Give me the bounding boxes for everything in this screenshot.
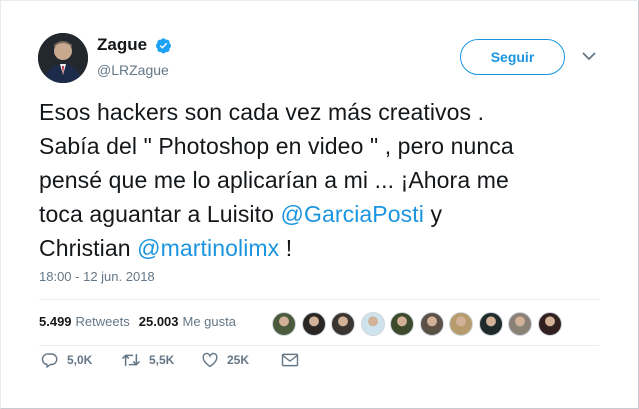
verified-badge-icon (155, 38, 171, 54)
direct-message-button[interactable] (281, 352, 305, 368)
tweet-timestamp[interactable]: 18:00 - 12 jun. 2018 (39, 269, 155, 284)
liker-avatar[interactable] (478, 312, 503, 336)
likes-count: 25.003 (138, 314, 179, 329)
liker-avatar[interactable] (537, 312, 562, 336)
liker-avatar[interactable] (301, 312, 326, 336)
liker-avatar[interactable] (272, 312, 296, 336)
mention-link[interactable]: @GarciaPosti (281, 201, 424, 227)
tweet-text-line: Christian @martinolimx ! (39, 231, 619, 265)
liker-avatar[interactable] (449, 312, 473, 336)
tweet-text-line: Sabía del " Photoshop en video " , pero … (39, 129, 619, 163)
tweet-text-line: Esos hackers son cada vez más creativos … (39, 95, 619, 129)
liker-avatar[interactable] (360, 312, 385, 336)
tweet-text-segment: Sabía del " Photoshop en video " , pero … (39, 133, 514, 159)
retweets-label: Retweets (75, 314, 130, 329)
tweet-text-segment: toca aguantar a Luisito (39, 201, 281, 227)
tweet-text: Esos hackers son cada vez más creativos … (39, 95, 619, 265)
tweet-card: Zague @LRZague Seguir Esos hackers son c… (0, 0, 639, 409)
author-handle[interactable]: @LRZague (97, 62, 169, 78)
author-name[interactable]: Zague (97, 35, 147, 55)
liker-avatars (272, 312, 567, 336)
author-avatar[interactable] (38, 33, 88, 83)
tweet-text-segment: Esos hackers son cada vez más creativos … (39, 99, 485, 125)
tweet-menu-chevron-down-icon[interactable] (578, 47, 600, 65)
tweet-text-segment: pensé que me lo aplicarían a mi ... ¡Aho… (39, 167, 509, 193)
tweet-text-line: pensé que me lo aplicarían a mi ... ¡Aho… (39, 163, 619, 197)
reply-icon (41, 353, 58, 368)
retweets-count: 5.499 (39, 314, 72, 329)
retweet-icon (122, 353, 140, 367)
likes-stat[interactable]: 25.003 Me gusta (139, 314, 236, 329)
follow-button[interactable]: Seguir (460, 39, 565, 75)
tweet-text-line: toca aguantar a Luisito @GarciaPosti y (39, 197, 619, 231)
retweets-stat[interactable]: 5.499 Retweets (39, 314, 130, 329)
tweet-text-segment: ! (279, 235, 293, 261)
divider (39, 299, 599, 300)
retweet-count: 5,5K (149, 353, 175, 367)
tweet-text-segment: y (423, 201, 443, 227)
mention-link[interactable]: @martinolimx (137, 235, 279, 261)
liker-avatar[interactable] (331, 312, 355, 336)
liker-avatar[interactable] (508, 312, 532, 336)
divider (39, 345, 599, 346)
envelope-icon (281, 353, 299, 367)
reply-count: 5,0K (67, 353, 93, 367)
author-avatar-image (38, 33, 88, 83)
like-button[interactable]: 25K (201, 351, 261, 369)
retweet-button[interactable]: 5,5K (121, 351, 181, 369)
likes-label: Me gusta (182, 314, 236, 329)
liker-avatar[interactable] (419, 312, 444, 336)
tweet-text-segment: Christian (39, 235, 138, 261)
tweet-stats: 5.499 Retweets 25.003 Me gusta (39, 314, 236, 329)
reply-button[interactable]: 5,0K (41, 351, 101, 369)
heart-icon (202, 352, 218, 368)
like-count: 25K (227, 353, 250, 367)
liker-avatar[interactable] (390, 312, 414, 336)
